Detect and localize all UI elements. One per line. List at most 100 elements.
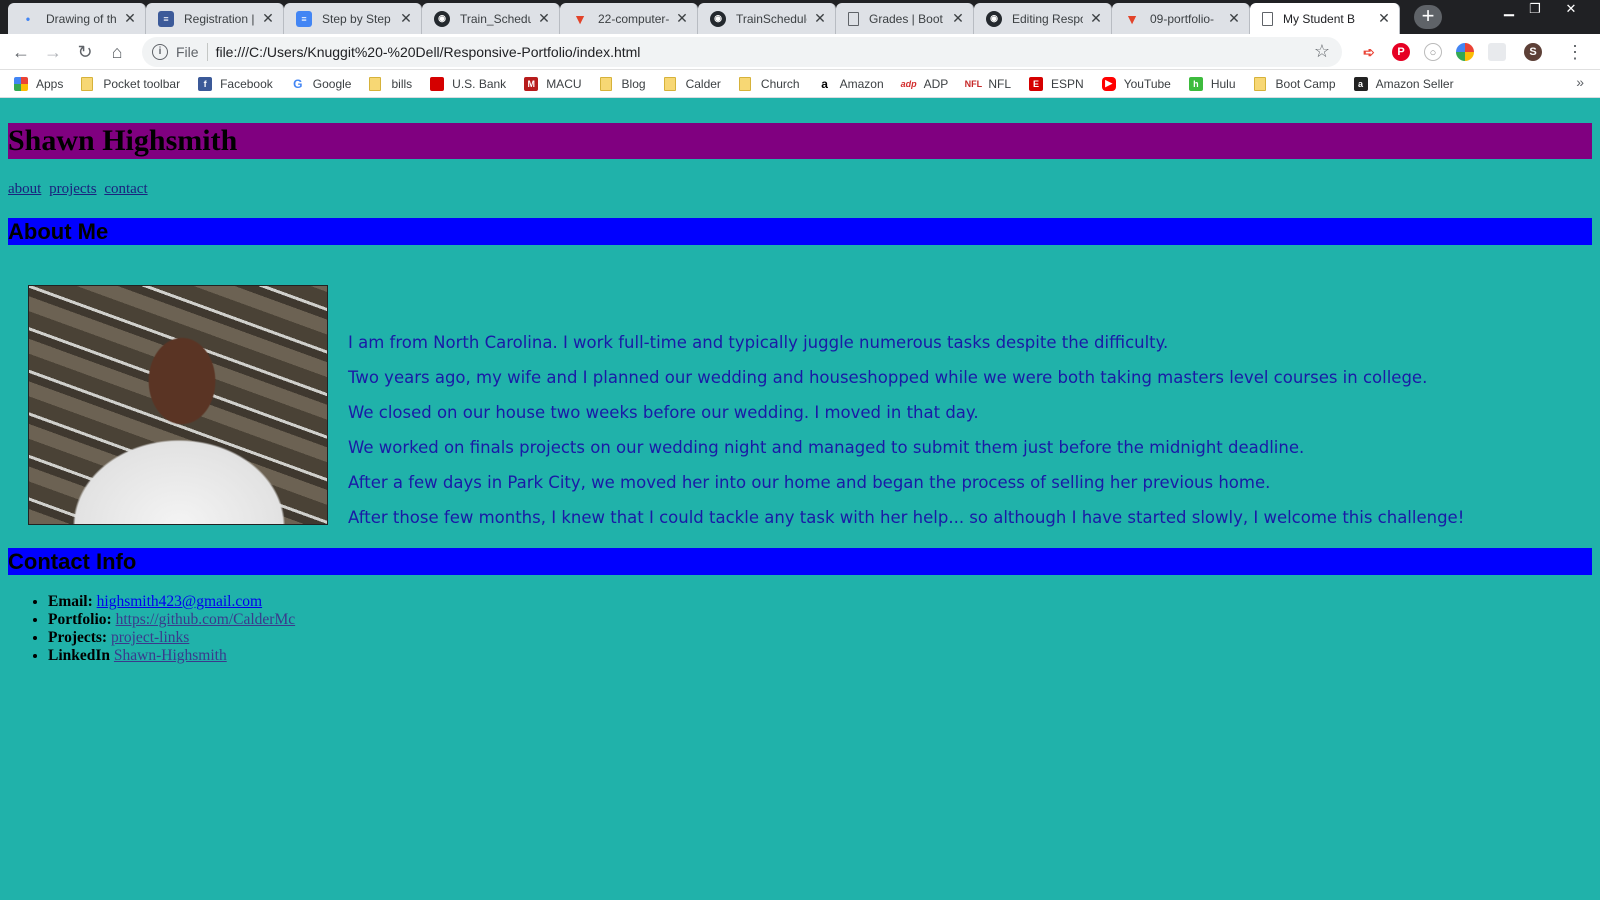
extension-color-icon[interactable] <box>1456 43 1474 61</box>
bookmark-blog[interactable]: Blog <box>599 76 646 91</box>
close-icon[interactable]: ✕ <box>537 10 551 27</box>
new-tab-button[interactable]: + <box>1414 5 1442 29</box>
amazon-icon: a <box>821 76 828 91</box>
about-text: I am from North Carolina. I work full-ti… <box>348 325 1578 535</box>
contact-label: Portfolio: <box>48 611 112 628</box>
bookmark-espn[interactable]: E ESPN <box>1029 76 1084 91</box>
bookmark-bills[interactable]: bills <box>369 76 412 91</box>
portfolio-link[interactable]: https://github.com/CalderMc <box>116 611 296 628</box>
close-icon[interactable]: ✕ <box>675 10 689 27</box>
page-icon <box>848 11 859 26</box>
github-icon: ◉ <box>434 10 450 27</box>
contact-item-email: Email: highsmith423@gmail.com <box>48 593 1592 611</box>
folder-icon <box>1253 76 1266 91</box>
folder-icon <box>663 76 676 91</box>
about-paragraph: After those few months, I knew that I co… <box>348 508 1465 527</box>
bookmark-label: ADP <box>923 76 949 91</box>
folder-icon <box>599 76 612 91</box>
bookmark-pocket-toolbar[interactable]: Pocket toolbar <box>81 76 181 91</box>
tab-grades[interactable]: Grades | Boot ✕ <box>836 3 974 34</box>
close-icon[interactable]: ✕ <box>261 10 275 27</box>
tab-registration[interactable]: ≡ Registration | ✕ <box>146 3 284 34</box>
info-icon[interactable]: i <box>152 44 168 60</box>
nav-link-about[interactable]: about <box>8 181 41 197</box>
more-bookmarks-icon[interactable]: » <box>1576 74 1584 90</box>
tab-trainschedule[interactable]: ◉ TrainSchedule ✕ <box>698 3 836 34</box>
reload-button[interactable]: ↻ <box>72 40 98 64</box>
bookmark-facebook[interactable]: f Facebook <box>198 76 273 91</box>
about-section: I am from North Carolina. I work full-ti… <box>8 245 1592 548</box>
bookmark-label: Google <box>312 76 352 91</box>
address-bar[interactable]: i File file:///C:/Users/Knuggit%20-%20De… <box>142 37 1342 67</box>
close-icon[interactable]: ✕ <box>951 10 965 27</box>
tab-09-portfolio[interactable]: ▼ 09-portfolio- ✕ <box>1112 3 1250 34</box>
profile-photo <box>28 285 328 525</box>
bookmark-amazon-seller[interactable]: a Amazon Seller <box>1353 76 1454 91</box>
contact-item-projects: Projects: project-links <box>48 629 1592 647</box>
about-paragraph: After a few days in Park City, we moved … <box>348 473 1271 492</box>
tab-title: 09-portfolio- <box>1150 11 1215 26</box>
bookmark-label: Apps <box>36 76 64 91</box>
bookmark-label: Calder <box>685 76 721 91</box>
contact-label: LinkedIn <box>48 647 111 664</box>
bookmark-calder[interactable]: Calder <box>663 76 721 91</box>
pinterest-icon[interactable]: P <box>1392 43 1410 61</box>
nav-link-projects[interactable]: projects <box>49 181 96 197</box>
adp-icon: adp <box>900 78 917 89</box>
maximize-button[interactable]: ❐ <box>1522 0 1548 20</box>
close-icon[interactable]: ✕ <box>813 10 827 27</box>
bookmark-youtube[interactable]: ▶ YouTube <box>1101 76 1171 91</box>
bookmark-label: Church <box>760 76 800 91</box>
home-button[interactable]: ⌂ <box>104 40 130 64</box>
bookmark-label: NFL <box>988 76 1011 91</box>
extension-grid-icon[interactable] <box>1488 43 1506 61</box>
close-icon[interactable]: ✕ <box>1227 10 1241 27</box>
tab-drawing[interactable]: • Drawing of th ✕ <box>8 3 146 34</box>
tab-title: Drawing of th <box>46 11 117 26</box>
extension-share-icon[interactable]: ➪ <box>1360 43 1378 61</box>
tab-title: Train_Schedul <box>460 11 531 26</box>
hulu-icon: h <box>1188 76 1203 91</box>
more-menu-icon[interactable]: ⋮ <box>1566 40 1584 64</box>
email-link[interactable]: highsmith423@gmail.com <box>97 593 262 610</box>
nav-link-contact[interactable]: contact <box>104 181 147 197</box>
tab-title: TrainSchedule <box>736 11 807 26</box>
folder-icon <box>369 76 382 91</box>
close-window-button[interactable]: ✕ <box>1558 0 1584 20</box>
tab-step-by-step[interactable]: ≡ Step by Step C ✕ <box>284 3 422 34</box>
tab-title: Grades | Boot <box>869 11 943 26</box>
tab-my-student[interactable]: My Student B ✕ <box>1250 3 1400 34</box>
bookmark-label: Pocket toolbar <box>103 76 181 91</box>
avatar[interactable]: S <box>1524 43 1542 61</box>
linkedin-link[interactable]: Shawn-Highsmith <box>114 647 227 664</box>
tab-train-schedule[interactable]: ◉ Train_Schedul ✕ <box>422 3 560 34</box>
forward-button[interactable]: → <box>40 40 66 64</box>
minimize-button[interactable]: ▁ <box>1496 0 1522 20</box>
bookmark-google[interactable]: G Google <box>291 76 352 91</box>
bookmark-star-icon[interactable]: ☆ <box>1314 41 1330 62</box>
back-button[interactable]: ← <box>8 40 34 64</box>
close-icon[interactable]: ✕ <box>1089 10 1103 27</box>
gitlab-icon: ▼ <box>573 10 587 27</box>
bookmark-nfl[interactable]: NFL NFL <box>965 76 1011 91</box>
bookmark-label: Facebook <box>220 76 273 91</box>
tab-title: Registration | <box>184 11 255 26</box>
extension-circle-icon[interactable]: ○ <box>1424 43 1442 61</box>
bookmark-boot-camp[interactable]: Boot Camp <box>1253 76 1336 91</box>
bookmark-amazon[interactable]: a Amazon <box>818 76 883 91</box>
bookmark-us-bank[interactable]: U.S. Bank <box>430 76 506 91</box>
close-icon[interactable]: ✕ <box>399 10 413 27</box>
bookmark-macu[interactable]: M MACU <box>524 76 582 91</box>
bookmark-adp[interactable]: adp ADP <box>900 76 949 91</box>
close-icon[interactable]: ✕ <box>123 10 137 27</box>
tab-editing[interactable]: ◉ Editing Respo ✕ <box>974 3 1112 34</box>
bookmark-hulu[interactable]: h Hulu <box>1188 76 1236 91</box>
projects-link[interactable]: project-links <box>111 629 189 646</box>
browser-toolbar: ← → ↻ ⌂ i File file:///C:/Users/Knuggit%… <box>0 34 1600 70</box>
folder-icon <box>738 76 751 91</box>
url-text[interactable]: file:///C:/Users/Knuggit%20-%20Dell/Resp… <box>216 44 641 60</box>
bookmark-apps[interactable]: Apps <box>14 76 64 91</box>
tab-22-computer[interactable]: ▼ 22-computer- ✕ <box>560 3 698 34</box>
close-icon[interactable]: ✕ <box>1377 10 1391 27</box>
bookmark-church[interactable]: Church <box>738 76 800 91</box>
